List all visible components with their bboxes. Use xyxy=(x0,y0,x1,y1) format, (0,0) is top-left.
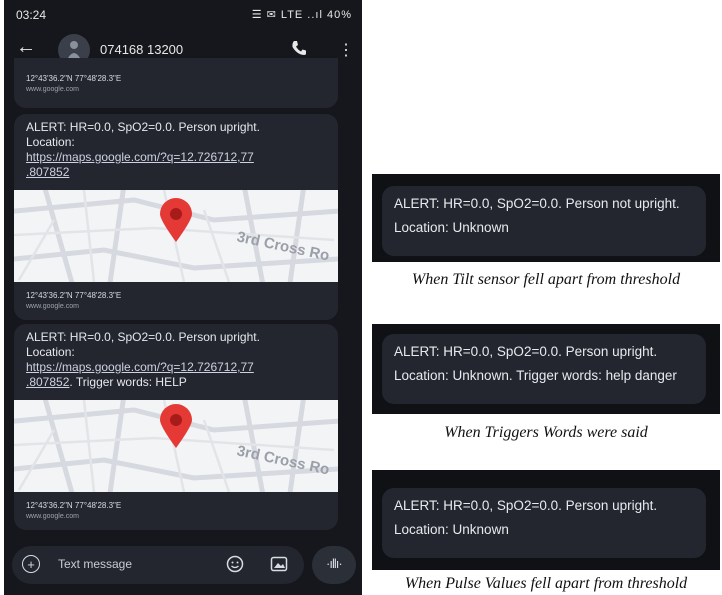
back-arrow-icon[interactable]: ← xyxy=(16,36,36,59)
location-coordinates: 12°43'36.2"N 77°48'28.3"E xyxy=(26,501,122,510)
message-bubble[interactable]: ALERT: HR=0.0, SpO2=0.0. Person upright.… xyxy=(14,114,338,320)
more-options-icon[interactable]: ⋮ xyxy=(338,40,354,60)
message-bubble[interactable]: ALERT: HR=0.0, SpO2=0.0. Person upright.… xyxy=(14,324,338,530)
location-label: Location: xyxy=(26,135,75,149)
location-coordinates: 12°43'36.2"N 77°48'28.3"E xyxy=(26,291,122,300)
alert-line: ALERT: HR=0.0, SpO2=0.0. Person upright. xyxy=(394,498,658,513)
caption-trigger: When Triggers Words were said xyxy=(444,424,648,441)
alert-bubble: ALERT: HR=0.0, SpO2=0.0. Person upright.… xyxy=(382,488,706,558)
location-label: Location: xyxy=(26,345,75,359)
map-preview[interactable]: 3rd Cross Ro xyxy=(14,400,338,492)
map-link-continued[interactable]: .807852 xyxy=(26,165,69,179)
alert-panel-trigger: ALERT: HR=0.0, SpO2=0.0. Person upright.… xyxy=(372,324,720,414)
compose-bar: + Text message ·ıllı· xyxy=(4,540,362,595)
contact-name[interactable]: 074168 13200 xyxy=(100,42,183,57)
caption-tilt: When Tilt sensor fell apart from thresho… xyxy=(411,271,681,288)
add-attachment-icon[interactable]: + xyxy=(22,555,40,573)
map-pin-icon xyxy=(160,404,192,448)
map-pin-icon xyxy=(160,198,192,242)
alert-bubble: ALERT: HR=0.0, SpO2=0.0. Person upright.… xyxy=(382,334,706,404)
map-link[interactable]: https://maps.google.com/?q=12.726712,77 xyxy=(26,150,254,164)
message-bubble[interactable]: 12°43'36.2"N 77°48'28.3"E www.google.com xyxy=(14,58,338,108)
waveform-icon: ·ıllı· xyxy=(326,556,343,571)
message-input[interactable] xyxy=(12,546,304,584)
message-input-placeholder[interactable]: Text message xyxy=(58,557,132,571)
alert-line: ALERT: HR=0.0, SpO2=0.0. Person upright. xyxy=(26,330,260,344)
alert-line: ALERT: HR=0.0, SpO2=0.0. Person not upri… xyxy=(394,196,680,211)
gallery-icon[interactable] xyxy=(270,555,288,573)
status-bar: 03:24 ☰ ✉ LTE ..ıl 40% xyxy=(4,0,362,30)
location-site[interactable]: www.google.com xyxy=(14,83,338,93)
status-icons: ☰ ✉ LTE ..ıl 40% xyxy=(251,9,352,21)
voice-message-button[interactable]: ·ıllı· xyxy=(312,546,356,584)
alert-location: Location: Unknown xyxy=(394,522,509,537)
status-time: 03:24 xyxy=(16,8,47,22)
message-text: ALERT: HR=0.0, SpO2=0.0. Person upright.… xyxy=(14,114,338,184)
alert-location: Location: Unknown. Trigger words: help d… xyxy=(394,368,677,383)
phone-call-icon[interactable] xyxy=(290,39,308,57)
location-site[interactable]: www.google.com xyxy=(14,510,338,520)
messaging-app: 03:24 ☰ ✉ LTE ..ıl 40% ← 074168 13200 ⋮ … xyxy=(4,0,362,595)
message-text: ALERT: HR=0.0, SpO2=0.0. Person upright.… xyxy=(14,324,338,394)
alert-panel-pulse: ALERT: HR=0.0, SpO2=0.0. Person upright.… xyxy=(372,470,720,570)
emoji-icon[interactable] xyxy=(226,555,244,573)
alert-bubble: ALERT: HR=0.0, SpO2=0.0. Person not upri… xyxy=(382,186,706,256)
map-preview[interactable]: 3rd Cross Ro xyxy=(14,190,338,282)
alert-line: ALERT: HR=0.0, SpO2=0.0. Person upright. xyxy=(394,344,658,359)
trigger-words: . Trigger words: HELP xyxy=(69,375,187,389)
alert-location: Location: Unknown xyxy=(394,220,509,235)
map-link-continued[interactable]: .807852 xyxy=(26,375,69,389)
location-site[interactable]: www.google.com xyxy=(14,300,338,310)
alert-line: ALERT: HR=0.0, SpO2=0.0. Person upright. xyxy=(26,120,260,134)
location-coordinates: 12°43'36.2"N 77°48'28.3"E xyxy=(26,74,122,83)
person-icon xyxy=(68,41,80,58)
map-link[interactable]: https://maps.google.com/?q=12.726712,77 xyxy=(26,360,254,374)
caption-pulse: When Pulse Values fell apart from thresh… xyxy=(404,575,688,592)
alert-panel-tilt: ALERT: HR=0.0, SpO2=0.0. Person not upri… xyxy=(372,174,720,262)
